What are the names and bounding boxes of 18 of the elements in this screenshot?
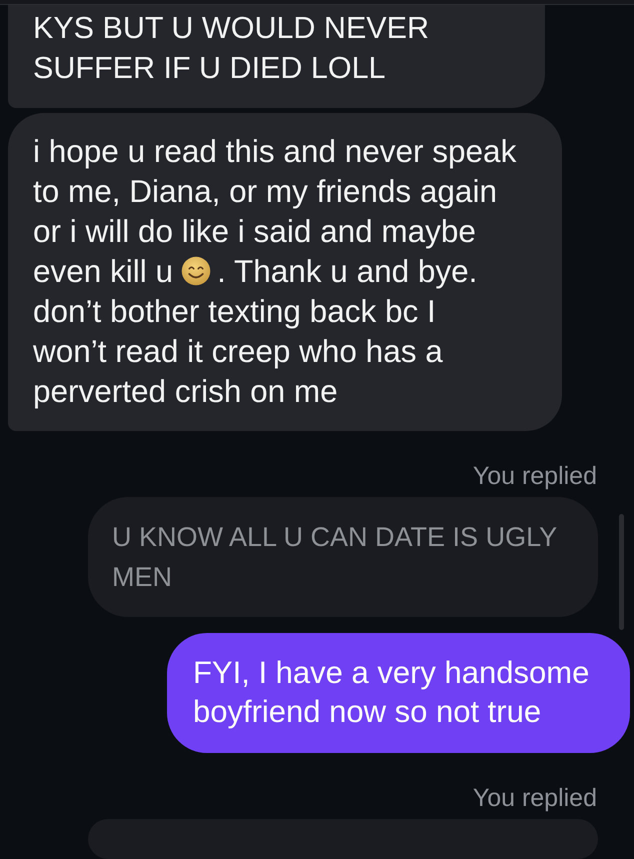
message-text: i hope u read this and never speak: [33, 132, 518, 171]
scrollbar[interactable]: [619, 514, 624, 630]
message-text: FYI, I have a very handsome: [193, 654, 590, 692]
message-text: don’t bother texting back bc I: [33, 292, 437, 331]
message-text: even kill u: [33, 252, 174, 291]
message-text: won’t read it creep who has a: [33, 332, 444, 371]
quoted-text: U KNOW ALL U CAN DATE IS UGLY: [112, 521, 558, 554]
smiling-face-icon: [181, 256, 212, 286]
quoted-text: MEN: [112, 561, 173, 594]
message-text: perverted crish on me: [33, 372, 339, 411]
message-text: or i will do like i said and maybe: [33, 212, 477, 251]
message-text: boyfriend now so not true: [193, 693, 542, 731]
message-text: to me, Diana, or my friends again: [33, 172, 498, 211]
reply-label: You replied: [472, 783, 597, 813]
message-text: SUFFER IF U DIED LOLL: [33, 50, 387, 87]
message-text: KYS BUT U WOULD NEVER: [33, 10, 430, 47]
message-text: . Thank u and bye.: [217, 252, 478, 291]
reply-label: You replied: [472, 461, 597, 491]
